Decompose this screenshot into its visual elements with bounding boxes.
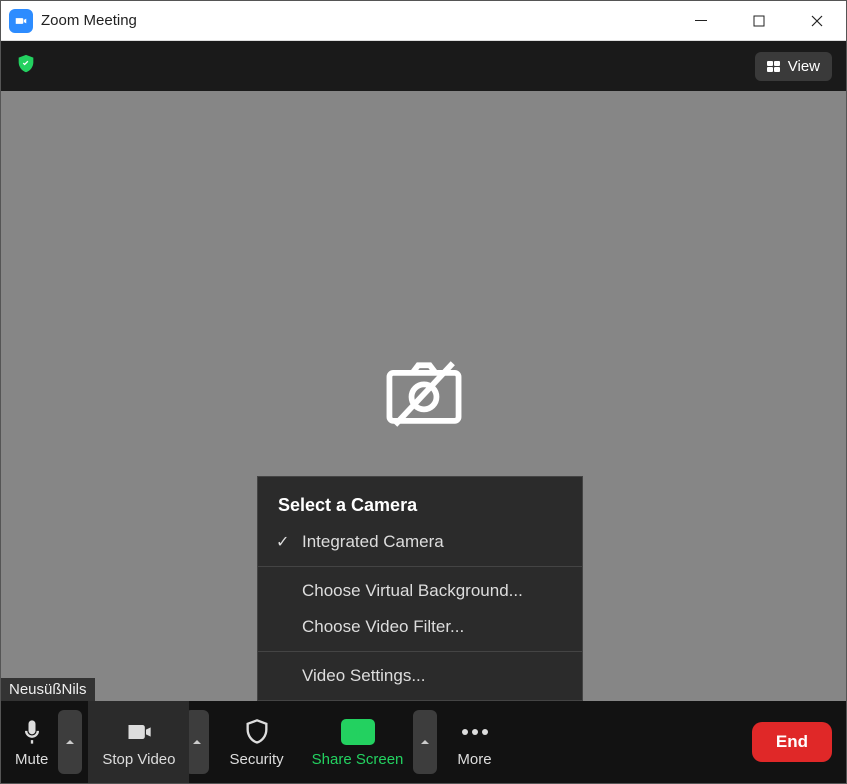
titlebar: Zoom Meeting [1, 1, 846, 41]
video-options-popup: Select a Camera Integrated Camera Choose… [257, 476, 583, 701]
shield-icon [243, 717, 271, 747]
chevron-up-icon [191, 736, 203, 748]
zoom-app-icon [9, 9, 33, 33]
minimize-icon [695, 15, 707, 27]
choose-virtual-background[interactable]: Choose Virtual Background... [258, 573, 582, 609]
video-area: NeusüßNils Select a Camera Integrated Ca… [1, 91, 846, 701]
close-icon [811, 15, 823, 27]
stop-video-button[interactable]: Stop Video [88, 701, 189, 783]
end-button[interactable]: End [752, 722, 832, 762]
no-camera-icon [376, 354, 472, 439]
share-screen-icon [341, 719, 375, 745]
maximize-icon [753, 15, 765, 27]
camera-option-integrated[interactable]: Integrated Camera [258, 524, 582, 560]
meeting-topbar: View [1, 41, 846, 91]
grid-icon [767, 61, 780, 72]
microphone-icon [18, 717, 46, 747]
participant-name-label: NeusüßNils [1, 678, 95, 701]
security-button[interactable]: Security [215, 701, 297, 783]
close-button[interactable] [788, 1, 846, 40]
app-window: Zoom Meeting View NeusüßNils [0, 0, 847, 784]
minimize-button[interactable] [672, 1, 730, 40]
popup-header: Select a Camera [258, 483, 582, 524]
chevron-up-icon [64, 736, 76, 748]
choose-video-filter[interactable]: Choose Video Filter... [258, 609, 582, 645]
video-settings[interactable]: Video Settings... [258, 658, 582, 694]
video-camera-icon [125, 717, 153, 747]
mute-button[interactable]: Mute [1, 701, 62, 783]
more-icon [462, 717, 488, 747]
view-button[interactable]: View [755, 52, 832, 81]
more-button[interactable]: More [443, 701, 505, 783]
chevron-up-icon [419, 736, 431, 748]
encryption-shield-icon[interactable] [15, 53, 37, 80]
window-controls [672, 1, 846, 40]
meeting-controls: Mute Stop Video Security S [1, 701, 846, 783]
view-label: View [788, 58, 820, 75]
share-screen-button[interactable]: Share Screen [298, 701, 418, 783]
window-title: Zoom Meeting [41, 12, 672, 29]
maximize-button[interactable] [730, 1, 788, 40]
